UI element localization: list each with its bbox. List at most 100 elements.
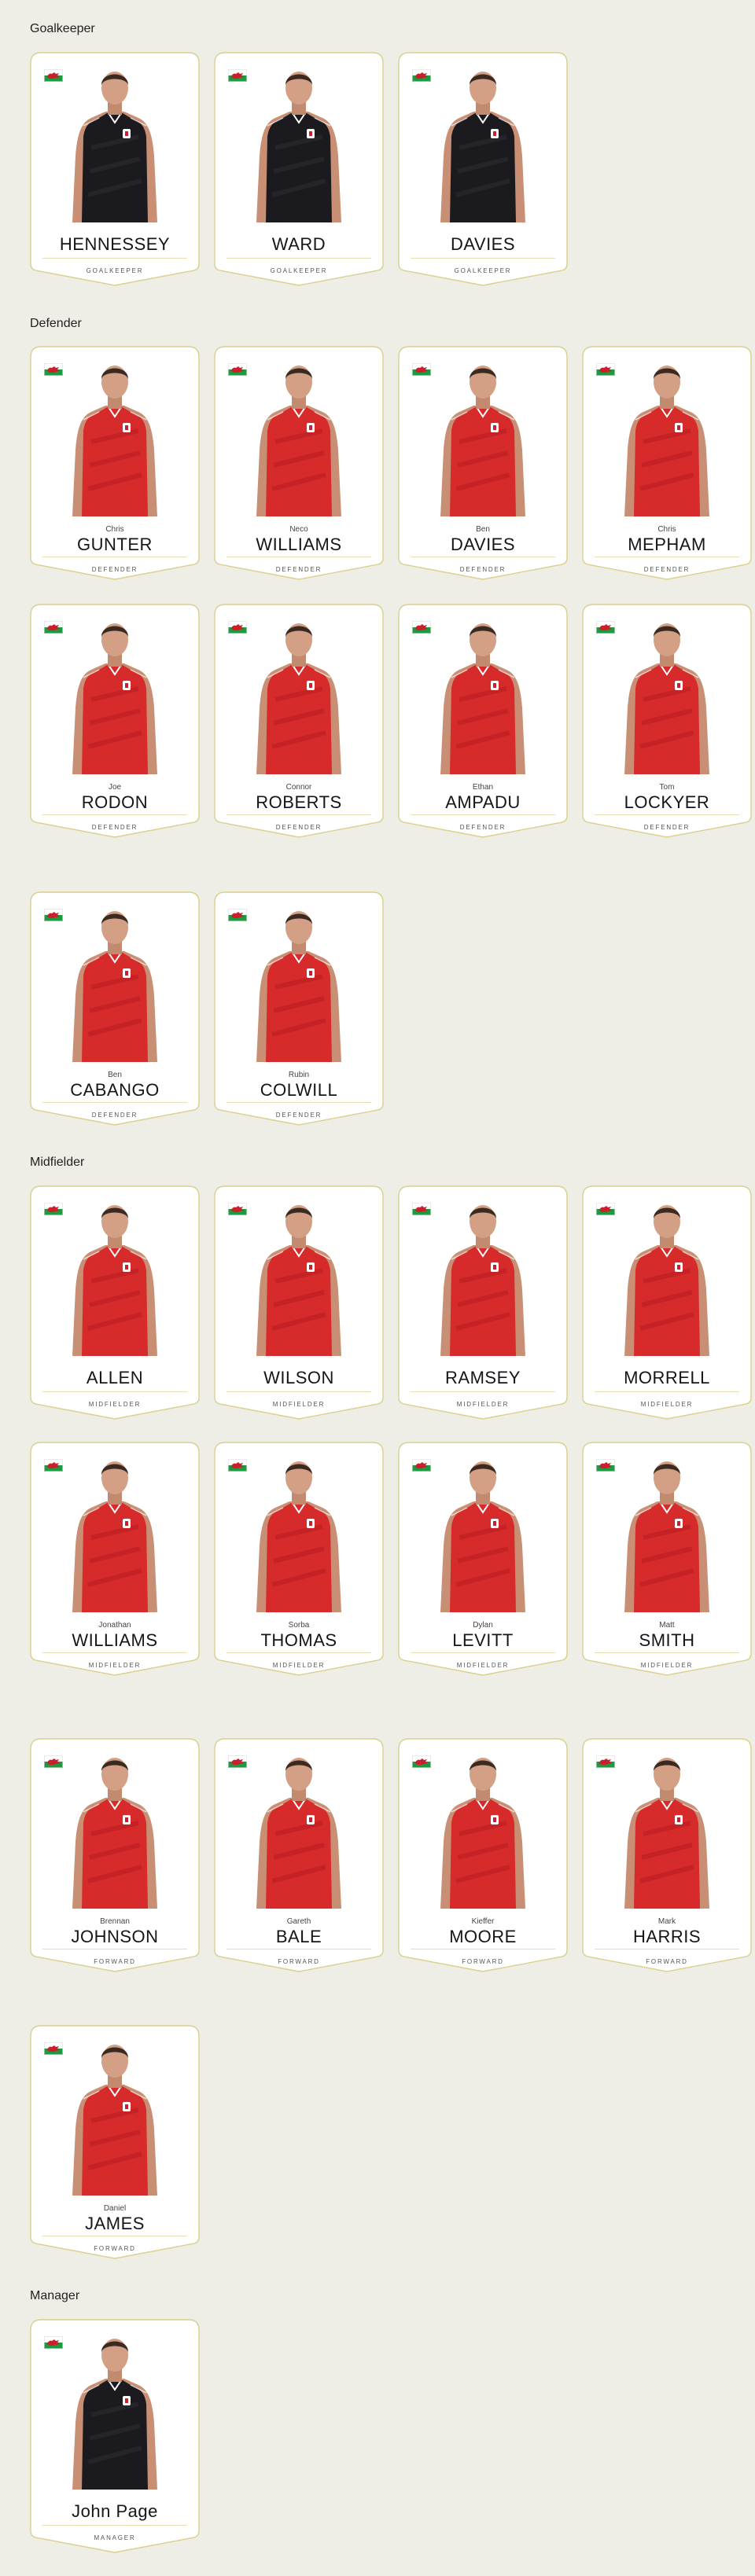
player-photo (68, 901, 162, 1062)
wales-flag-icon (44, 1459, 63, 1472)
player-position: FORWARD (94, 1958, 136, 1965)
wales-flag-icon (412, 621, 431, 634)
card-divider (595, 814, 739, 815)
wales-flag-icon (228, 69, 247, 82)
player-first-name: Brennan (100, 1917, 130, 1926)
player-photo (68, 1451, 162, 1612)
player-position: DEFENDER (91, 824, 138, 831)
player-position: MIDFIELDER (88, 1401, 142, 1408)
card-divider (226, 814, 371, 815)
player-card[interactable]: Chris MEPHAM DEFENDER (582, 346, 752, 580)
player-photo (436, 1747, 530, 1909)
card-divider (595, 1652, 739, 1653)
card-divider (411, 1652, 555, 1653)
player-card[interactable]: HENNESSEY GOALKEEPER (30, 52, 200, 286)
player-card[interactable]: John Page MANAGER (30, 2319, 200, 2553)
player-last-name: JOHNSON (71, 1927, 159, 1946)
wales-flag-icon (44, 363, 63, 376)
player-card[interactable]: WILSON MIDFIELDER (214, 1185, 384, 1420)
player-position: GOALKEEPER (454, 267, 512, 274)
player-card[interactable]: Tom LOCKYER DEFENDER (582, 604, 752, 838)
player-last-name: JAMES (85, 2214, 145, 2233)
card-divider (595, 1391, 739, 1392)
player-card[interactable]: Mark HARRIS FORWARD (582, 1738, 752, 1972)
player-card[interactable]: Neco WILLIAMS DEFENDER (214, 346, 384, 580)
player-card[interactable]: Gareth BALE FORWARD (214, 1738, 384, 1972)
card-divider (226, 258, 371, 259)
player-card[interactable]: DAVIES GOALKEEPER (398, 52, 568, 286)
player-photo (620, 355, 714, 516)
player-photo (68, 613, 162, 774)
player-photo (436, 1195, 530, 1356)
player-photo (436, 1451, 530, 1612)
player-photo (68, 355, 162, 516)
player-card[interactable]: MORRELL MIDFIELDER (582, 1185, 752, 1420)
player-last-name: RAMSEY (445, 1368, 521, 1387)
player-last-name: ROBERTS (256, 792, 342, 812)
player-card[interactable]: Connor ROBERTS DEFENDER (214, 604, 384, 838)
wales-flag-icon (596, 1203, 615, 1215)
player-photo (68, 61, 162, 222)
wales-flag-icon (596, 363, 615, 376)
player-card[interactable]: Matt SMITH MIDFIELDER (582, 1442, 752, 1676)
card-divider (42, 1652, 187, 1653)
player-card[interactable]: Ben DAVIES DEFENDER (398, 346, 568, 580)
player-first-name: Connor (285, 783, 312, 792)
player-position: DEFENDER (275, 566, 322, 573)
player-photo (620, 1451, 714, 1612)
wales-flag-icon (596, 1755, 615, 1768)
player-last-name: WILLIAMS (72, 1630, 158, 1650)
player-first-name: Daniel (103, 2204, 127, 2213)
player-last-name: WARD (271, 234, 326, 254)
player-position: GOALKEEPER (270, 267, 328, 274)
player-first-name: Gareth (286, 1917, 311, 1926)
player-position: DEFENDER (91, 1112, 138, 1119)
player-first-name: Ethan (472, 783, 494, 792)
player-card[interactable]: Daniel JAMES FORWARD (30, 2025, 200, 2259)
player-first-name: Tom (659, 783, 675, 792)
player-card[interactable]: ALLEN MIDFIELDER (30, 1185, 200, 1420)
player-last-name: WILSON (263, 1368, 334, 1387)
wales-flag-icon (44, 1755, 63, 1768)
player-card[interactable]: Dylan LEVITT MIDFIELDER (398, 1442, 568, 1676)
player-first-name: Mark (657, 1917, 676, 1926)
player-card[interactable]: RAMSEY MIDFIELDER (398, 1185, 568, 1420)
player-card[interactable]: WARD GOALKEEPER (214, 52, 384, 286)
player-photo (252, 1747, 346, 1909)
player-first-name: Matt (659, 1621, 675, 1630)
player-photo (620, 1747, 714, 1909)
player-first-name: Rubin (288, 1071, 310, 1079)
player-first-name: Joe (108, 783, 122, 792)
player-photo (252, 61, 346, 222)
player-card[interactable]: Jonathan WILLIAMS MIDFIELDER (30, 1442, 200, 1676)
player-card[interactable]: Brennan JOHNSON FORWARD (30, 1738, 200, 1972)
card-divider (226, 1391, 371, 1392)
player-last-name: LOCKYER (624, 792, 710, 812)
player-card[interactable]: Kieffer MOORE FORWARD (398, 1738, 568, 1972)
player-first-name: Sorba (288, 1621, 310, 1630)
player-last-name: DAVIES (450, 234, 516, 254)
player-first-name: Kieffer (471, 1917, 495, 1926)
wales-flag-icon (412, 363, 431, 376)
player-first-name: Ben (108, 1071, 122, 1079)
player-position: MIDFIELDER (456, 1401, 510, 1408)
player-card[interactable]: Chris GUNTER DEFENDER (30, 346, 200, 580)
player-last-name: CABANGO (70, 1080, 160, 1100)
section-title-midfielder: Midfielder (30, 1156, 85, 1169)
player-photo (68, 1195, 162, 1356)
player-position: DEFENDER (91, 566, 138, 573)
player-position: GOALKEEPER (86, 267, 144, 274)
player-card[interactable]: Sorba THOMAS MIDFIELDER (214, 1442, 384, 1676)
player-position: MANAGER (94, 2534, 136, 2541)
player-card[interactable]: Ben CABANGO DEFENDER (30, 891, 200, 1126)
player-card[interactable]: Joe RODON DEFENDER (30, 604, 200, 838)
wales-flag-icon (596, 621, 615, 634)
player-position: MIDFIELDER (88, 1662, 142, 1669)
player-card[interactable]: Rubin COLWILL DEFENDER (214, 891, 384, 1126)
section-title-manager: Manager (30, 2289, 80, 2302)
player-position: FORWARD (462, 1958, 504, 1965)
player-first-name: Chris (105, 525, 124, 534)
card-divider (226, 1102, 371, 1103)
player-card[interactable]: Ethan AMPADU DEFENDER (398, 604, 568, 838)
wales-flag-icon (44, 621, 63, 634)
